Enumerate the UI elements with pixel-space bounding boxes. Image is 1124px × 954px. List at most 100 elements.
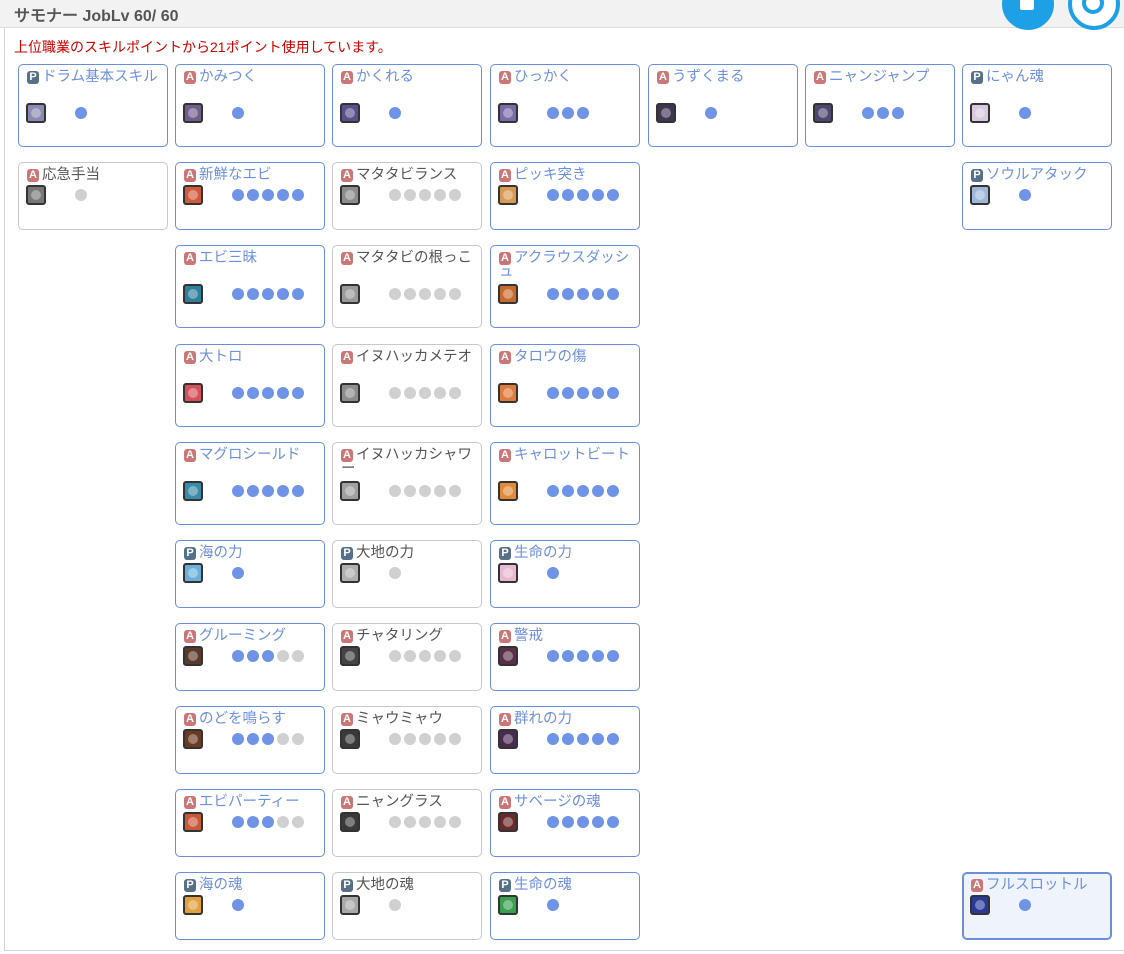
level-dot[interactable] — [389, 288, 401, 300]
skill-level-dots[interactable] — [547, 733, 622, 751]
level-dot[interactable] — [232, 189, 244, 201]
level-dot[interactable] — [232, 899, 244, 911]
skill-level-dots[interactable] — [389, 189, 464, 207]
skill-card[interactable]: A タロウの傷 — [490, 344, 640, 427]
skill-level-dots[interactable] — [232, 189, 307, 207]
level-dot[interactable] — [877, 107, 889, 119]
skill-level-dots[interactable] — [232, 485, 307, 503]
level-dot[interactable] — [449, 816, 461, 828]
level-dot[interactable] — [1019, 899, 1031, 911]
skill-card[interactable]: A うずくまる — [648, 64, 798, 147]
skill-level-dots[interactable] — [232, 387, 307, 405]
skill-card[interactable]: A イヌハッカシャワー — [332, 442, 482, 525]
level-dot[interactable] — [577, 107, 589, 119]
level-dot[interactable] — [562, 733, 574, 745]
skill-level-dots[interactable] — [389, 733, 464, 751]
level-dot[interactable] — [562, 816, 574, 828]
level-dot[interactable] — [449, 650, 461, 662]
skill-card[interactable]: A ひっかく — [490, 64, 640, 147]
skill-card[interactable]: A エビパーティー — [175, 789, 325, 857]
level-dot[interactable] — [592, 816, 604, 828]
skill-card[interactable]: A のどを鳴らす — [175, 706, 325, 774]
level-dot[interactable] — [292, 650, 304, 662]
skill-level-dots[interactable] — [547, 107, 592, 125]
level-dot[interactable] — [547, 650, 559, 662]
level-dot[interactable] — [607, 733, 619, 745]
level-dot[interactable] — [419, 816, 431, 828]
skill-card[interactable]: A マタタビの根っこ — [332, 245, 482, 328]
level-dot[interactable] — [547, 189, 559, 201]
skill-level-dots[interactable] — [75, 107, 90, 125]
level-dot[interactable] — [262, 189, 274, 201]
level-dot[interactable] — [277, 189, 289, 201]
skill-card[interactable]: A フルスロットル — [962, 872, 1112, 940]
level-dot[interactable] — [419, 288, 431, 300]
level-dot[interactable] — [262, 650, 274, 662]
skill-card[interactable]: A 群れの力 — [490, 706, 640, 774]
level-dot[interactable] — [434, 485, 446, 497]
level-dot[interactable] — [262, 733, 274, 745]
level-dot[interactable] — [434, 650, 446, 662]
skill-card[interactable]: A 大トロ — [175, 344, 325, 427]
skill-level-dots[interactable] — [232, 288, 307, 306]
skill-card[interactable]: A 新鮮なエビ — [175, 162, 325, 230]
skill-level-dots[interactable] — [547, 288, 622, 306]
skill-level-dots[interactable] — [389, 288, 464, 306]
level-dot[interactable] — [577, 650, 589, 662]
level-dot[interactable] — [232, 650, 244, 662]
level-dot[interactable] — [607, 387, 619, 399]
level-dot[interactable] — [592, 288, 604, 300]
level-dot[interactable] — [277, 650, 289, 662]
level-dot[interactable] — [577, 485, 589, 497]
level-dot[interactable] — [292, 189, 304, 201]
level-dot[interactable] — [547, 288, 559, 300]
level-dot[interactable] — [247, 288, 259, 300]
level-dot[interactable] — [389, 485, 401, 497]
skill-level-dots[interactable] — [705, 107, 720, 125]
level-dot[interactable] — [404, 189, 416, 201]
level-dot[interactable] — [232, 107, 244, 119]
skill-level-dots[interactable] — [862, 107, 907, 125]
level-dot[interactable] — [862, 107, 874, 119]
level-dot[interactable] — [419, 485, 431, 497]
level-dot[interactable] — [562, 485, 574, 497]
level-dot[interactable] — [262, 485, 274, 497]
level-dot[interactable] — [547, 387, 559, 399]
level-dot[interactable] — [262, 387, 274, 399]
skill-card[interactable]: P 大地の力 — [332, 540, 482, 608]
level-dot[interactable] — [277, 485, 289, 497]
skill-level-dots[interactable] — [232, 899, 247, 917]
skill-card[interactable]: A マタタビランス — [332, 162, 482, 230]
level-dot[interactable] — [232, 288, 244, 300]
level-dot[interactable] — [562, 650, 574, 662]
level-dot[interactable] — [562, 387, 574, 399]
level-dot[interactable] — [262, 288, 274, 300]
level-dot[interactable] — [547, 485, 559, 497]
level-dot[interactable] — [232, 387, 244, 399]
level-dot[interactable] — [277, 387, 289, 399]
level-dot[interactable] — [389, 387, 401, 399]
level-dot[interactable] — [247, 189, 259, 201]
skill-level-dots[interactable] — [547, 650, 622, 668]
skill-level-dots[interactable] — [75, 189, 90, 207]
level-dot[interactable] — [404, 733, 416, 745]
skill-level-dots[interactable] — [389, 816, 464, 834]
skill-card[interactable]: P ソウルアタック — [962, 162, 1112, 230]
level-dot[interactable] — [607, 189, 619, 201]
level-dot[interactable] — [389, 189, 401, 201]
level-dot[interactable] — [292, 288, 304, 300]
level-dot[interactable] — [449, 733, 461, 745]
level-dot[interactable] — [389, 650, 401, 662]
level-dot[interactable] — [449, 288, 461, 300]
level-dot[interactable] — [592, 733, 604, 745]
skill-card[interactable]: A かみつく — [175, 64, 325, 147]
skill-level-dots[interactable] — [232, 567, 247, 585]
skill-level-dots[interactable] — [232, 107, 247, 125]
skill-level-dots[interactable] — [389, 107, 404, 125]
level-dot[interactable] — [389, 733, 401, 745]
level-dot[interactable] — [419, 387, 431, 399]
level-dot[interactable] — [404, 387, 416, 399]
level-dot[interactable] — [1019, 189, 1031, 201]
level-dot[interactable] — [1019, 107, 1031, 119]
skill-card[interactable]: P 大地の魂 — [332, 872, 482, 940]
